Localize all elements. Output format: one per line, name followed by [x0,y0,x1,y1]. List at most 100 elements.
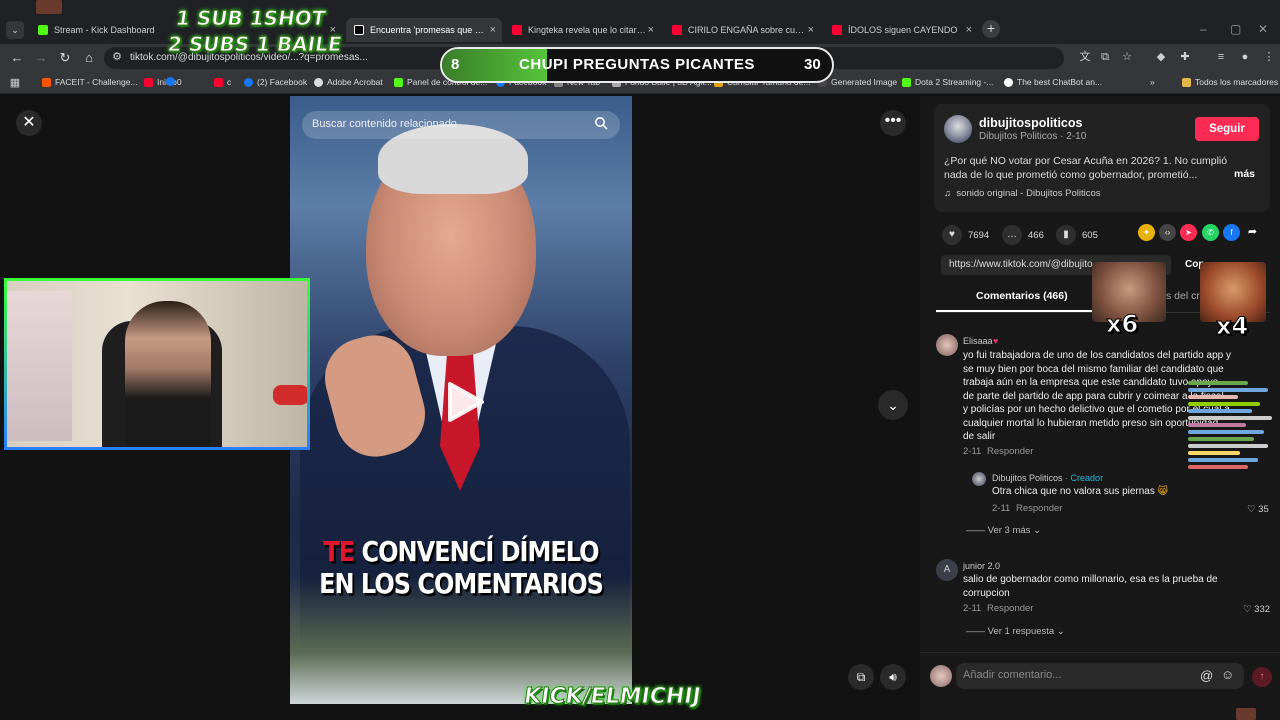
reply-reply-button[interactable]: Responder [1016,503,1062,514]
webcam-shelf [7,291,72,441]
author-avatar[interactable] [944,115,972,143]
my-avatar [930,665,952,687]
minimize-icon[interactable]: – [1200,22,1207,36]
bookmark-facebook-inicio [166,77,179,86]
reply-likes[interactable]: ♡ 35 [1247,504,1269,515]
close-video-button[interactable]: ✕ [16,110,42,136]
profile-avatar-icon[interactable]: ● [1238,50,1252,64]
comment-text: salio de gobernador como millonario, esa… [963,574,1218,599]
cat-emoji-icon: 😸︎ [1157,486,1169,497]
comment-count: 466 [1028,229,1044,241]
search-icon[interactable] [594,116,610,132]
reply-text-content: Otra chica que no valora sus piernas [992,486,1155,497]
video-caption-line2: EN LOS COMENTARIOS [319,567,604,601]
forward-icon[interactable]: → [32,49,50,67]
home-icon[interactable]: ⌂ [80,49,98,67]
close-tab-icon[interactable]: × [648,24,654,36]
video-link-text: https://www.tiktok.com/@dibujito [949,259,1093,270]
close-tab-icon[interactable]: × [966,24,972,36]
more-options-button[interactable]: ••• [880,110,906,136]
reload-icon[interactable]: ↻ [56,49,74,67]
webcam-streamer [125,301,211,447]
reply-button[interactable]: Responder [987,446,1033,457]
emoji-icon[interactable]: ☺ [1221,667,1234,682]
volume-icon[interactable]: 🔊︎ [880,664,906,690]
bookmark-adobe[interactable]: Adobe Acrobat [314,77,383,87]
save-stat[interactable]: ▮ 605 [1056,225,1098,245]
extension-icon[interactable]: ◆ [1154,50,1168,64]
commenter-avatar[interactable] [936,334,958,356]
mention-icon[interactable]: @ [1200,668,1213,683]
apps-grid-icon[interactable]: ▦ [8,76,22,90]
follow-button[interactable]: Seguir [1195,117,1259,141]
bookmark-star-icon[interactable]: ☆ [1120,50,1134,64]
heart-outline-icon: ♡ [1247,504,1256,515]
commenter-avatar-initial[interactable]: A [936,559,958,581]
bookmark-generated-image[interactable]: Generated Image [818,77,897,87]
tiktok-icon [354,25,364,35]
bookmark-c[interactable]: c [214,77,231,87]
reading-list-icon[interactable]: ≡ [1214,50,1228,64]
translate-icon[interactable]: 文 [1078,50,1092,64]
close-window-icon[interactable]: ✕ [1258,22,1268,36]
reply-like-count: 35 [1258,504,1269,515]
view-replies-label: Ver 1 respuesta [987,626,1055,637]
emote-count-2: x4 [1215,312,1249,341]
sound-link[interactable]: ♫ sonido original - Dibujitos Politicos [944,188,1101,199]
embed-icon[interactable]: ‹› [1159,224,1176,241]
bookmark-facebook[interactable]: (2) Facebook [244,77,307,87]
reply-username[interactable]: Dibujitos Politicos · Creador [992,473,1103,483]
view-replies[interactable]: —— Ver 1 respuesta ⌄ [966,626,1065,637]
tab-label: Kingteka revela que lo citaron p [528,25,646,35]
whatsapp-icon[interactable]: ✆ [1202,224,1219,241]
tab-youtube-idolos[interactable]: ÍDOLOS siguen CAYENDO × [824,18,978,42]
play-icon[interactable] [446,382,484,422]
youtube-icon [214,77,223,87]
next-video-button[interactable]: ⌄ [878,390,908,420]
comment-stat[interactable]: … 466 [1002,225,1044,245]
bookmark-faceit[interactable]: FACEIT - Challenge... [42,77,138,87]
tab-youtube-kingteka[interactable]: Kingteka revela que lo citaron p × [504,18,660,42]
floating-player-button[interactable]: ⧉ [848,664,874,690]
description-more-link[interactable]: más [1234,168,1255,180]
bookmark-dota-streaming[interactable]: Dota 2 Streaming -... [902,77,993,87]
extensions-puzzle-icon[interactable]: ✚ [1178,50,1192,64]
tab-youtube-cirilo[interactable]: CIRILO ENGAÑA sobre cuanto × [664,18,820,42]
heart-icon: ♥ [942,225,962,245]
share-gold-icon[interactable]: ✦ [1138,224,1155,241]
author-name[interactable]: dibujitospoliticos [979,116,1082,130]
comment-placeholder: Añadir comentario... [963,669,1062,681]
menu-dots-icon[interactable]: ⋮ [1262,50,1276,64]
send-icon[interactable]: ➤ [1180,224,1197,241]
send-comment-button[interactable]: ↑ [1252,667,1272,687]
site-info-icon[interactable]: ⚙ [110,50,124,64]
maximize-icon[interactable]: ▢ [1230,22,1241,36]
youtube-icon [672,25,682,35]
overlay-chat-feed [1188,378,1276,500]
tab-search-button[interactable]: ⌄ [6,21,24,39]
tab-comments[interactable]: Comentarios (466) [976,290,1068,302]
video-description: ¿Por qué NO votar por Cesar Acuña en 202… [944,155,1228,181]
bookmark-chatbot[interactable]: The best ChatBot an... [1004,77,1102,87]
bookmarks-overflow-icon[interactable]: » [1150,77,1155,87]
back-icon[interactable]: ← [8,49,26,67]
tab-tiktok-search[interactable]: Encuentra 'promesas que no cu × [346,18,502,42]
close-tab-icon[interactable]: × [808,24,814,36]
creator-avatar[interactable] [972,472,986,486]
new-tab-button[interactable]: + [982,20,1000,38]
bookmark-all[interactable]: Todos los marcadores [1182,77,1278,87]
share-arrow-icon[interactable]: ➦ [1244,224,1261,241]
reply-button[interactable]: Responder [987,603,1033,614]
caption-text: CONVENCÍ DÍMELO [354,535,600,569]
comment-username[interactable]: Elisaaa [963,336,993,346]
facebook-icon [244,77,253,87]
view-more-replies[interactable]: —— Ver 3 más ⌄ [966,525,1041,536]
close-tab-icon[interactable]: × [490,24,496,36]
comment-likes[interactable]: ♡ 332 [1243,604,1270,615]
streamer-webcam [4,278,310,450]
comment-username[interactable]: junior 2.0 [963,561,1000,571]
facebook-share-icon[interactable]: f [1223,224,1240,241]
install-app-icon[interactable]: ⧉ [1098,50,1112,64]
like-stat[interactable]: ♥ 7694 [942,225,989,245]
like-count: 7694 [968,229,990,241]
